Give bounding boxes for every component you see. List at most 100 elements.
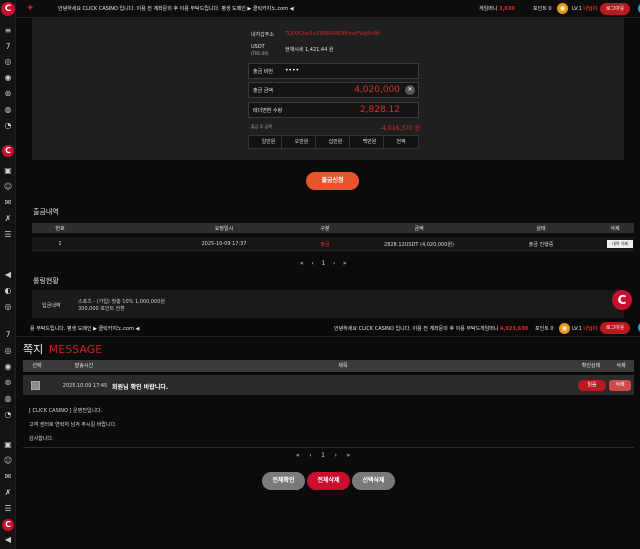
tools-icon[interactable]: ✗: [3, 214, 13, 224]
pager-first[interactable]: «: [296, 452, 300, 459]
rolling-title: 롤링현황: [33, 277, 59, 285]
table-row: 1 2025-10-09 17:37 출금 2828.12USDT (4,020…: [32, 237, 634, 251]
point-label: 포인트: [535, 326, 549, 332]
confirm-all-button[interactable]: 전체확인: [262, 472, 305, 490]
history-table-header: 번호 요청일시 구분 금액 상태 삭제: [32, 223, 634, 233]
pager-page[interactable]: 1: [321, 260, 325, 267]
address-label: 내지갑주소: [251, 32, 275, 38]
coin-icon: ◉: [557, 3, 568, 14]
tether-field: 테더변환 수량 2,828.12: [248, 102, 419, 118]
money-value: 4,023,630: [500, 326, 529, 332]
tools-icon[interactable]: ✗: [3, 488, 13, 498]
message-subject[interactable]: 회원님 확인 바랍니다.: [112, 382, 168, 391]
password-value: ••••: [285, 67, 300, 74]
amount-value: 4,020,000: [354, 85, 400, 95]
pager-prev[interactable]: ‹: [309, 452, 311, 459]
gauge-icon[interactable]: ◔: [3, 410, 13, 420]
amount-field[interactable]: 출금 금액 4,020,000 ✕: [248, 82, 419, 98]
message-header: 용 부탁드립니다. 평생 도메인 ▶ 클릭카지노.com ◀ 안녕하세요 CLI…: [16, 320, 640, 337]
delete-selected-button[interactable]: 선택삭제: [352, 472, 395, 490]
level-label: LV.1: [572, 6, 582, 12]
logout-button[interactable]: 로그아웃: [600, 322, 631, 334]
point-label: 포인트: [533, 6, 547, 12]
pager-last[interactable]: »: [347, 452, 351, 459]
sports-icon[interactable]: ⊛: [3, 89, 13, 99]
pager-next[interactable]: ›: [335, 452, 337, 459]
after-amount-value: -4,016,370 원: [380, 125, 421, 132]
gift-icon[interactable]: ▣: [3, 166, 13, 176]
user-name: 나님이: [583, 6, 598, 12]
notice-marquee: 안녕하세요 CLICK CASINO 입니다. 이용 전 계좌문의 후 이용 부…: [58, 6, 294, 12]
smile-icon[interactable]: ☺: [3, 456, 13, 466]
amount-all-button[interactable]: 전액: [383, 135, 419, 149]
history-delete-button[interactable]: 내역 삭제: [607, 240, 633, 248]
ball-icon[interactable]: ◎: [3, 302, 13, 312]
pager-prev[interactable]: ‹: [311, 260, 313, 267]
delete-all-button[interactable]: 전체삭제: [307, 472, 350, 490]
message-delete-button[interactable]: 삭제: [609, 380, 631, 391]
message-table-header: 선택 발송시간 제목 확인상태 삭제: [23, 360, 634, 372]
pager-first[interactable]: «: [300, 260, 304, 267]
top-header: ✦ 안녕하세요 CLICK CASINO 입니다. 이용 전 계좌문의 후 이용…: [16, 0, 640, 18]
brand-logo-icon[interactable]: C: [1, 2, 15, 16]
clear-icon[interactable]: ✕: [405, 85, 415, 95]
float-logo-icon[interactable]: C: [612, 290, 632, 310]
sports-icon[interactable]: ⊛: [3, 378, 13, 388]
gift-icon[interactable]: ▣: [3, 440, 13, 450]
ball-icon[interactable]: ◎: [3, 57, 13, 67]
coin-icon: ◉: [559, 323, 570, 334]
point-value: 0: [550, 326, 554, 332]
notice-marquee: 용 부탁드립니다. 평생 도메인 ▶ 클릭카지노.com ◀: [30, 326, 140, 332]
list-icon[interactable]: ☰: [3, 504, 13, 514]
mail-icon[interactable]: ✉: [3, 198, 13, 208]
money-label: 게임머니: [479, 6, 498, 12]
seven-icon[interactable]: 7: [3, 330, 13, 340]
notice-marquee: 안녕하세요 CLICK CASINO 입니다. 이용 전 계좌문의 후 이용 부…: [334, 326, 481, 332]
message-pagination: « ‹ 1 › »: [296, 452, 350, 459]
ball-icon[interactable]: ◍: [3, 394, 13, 404]
money-label: 게임머니: [480, 326, 499, 332]
logout-button[interactable]: 로그아웃: [600, 3, 631, 15]
ball-icon[interactable]: ◉: [3, 73, 13, 83]
history-pagination: « ‹ 1 › »: [300, 260, 347, 267]
smile-icon[interactable]: ☺: [3, 182, 13, 192]
ball-icon[interactable]: ◉: [3, 362, 13, 372]
read-status-badge: 읽음: [578, 380, 606, 391]
left-sidebar: C ≡ 7 ◎ ◉ ⊛ ◍ ◔ C ▣ ☺ ✉ ✗ ☰ ◀ ◐ ◎ 7 ◎ ◉ …: [0, 0, 16, 549]
user-name: 나님이: [583, 326, 598, 332]
megaphone-icon[interactable]: ◀: [3, 270, 13, 280]
message-title: 쪽지 MESSAGE: [23, 343, 103, 356]
message-row[interactable]: 2025.10.09 17:45 회원님 확인 바랍니다. 읽음 삭제: [23, 375, 634, 395]
deposit-line-1: 스포츠 - (가입) 첫충 10% 1,000,000원: [78, 299, 166, 305]
tether-value: 2,828.12: [359, 105, 400, 115]
password-field[interactable]: 출금 비번 ••••: [248, 63, 419, 79]
pager-last[interactable]: »: [343, 260, 347, 267]
brand-logo-icon[interactable]: C: [2, 145, 14, 157]
brand-logo-icon[interactable]: C: [2, 519, 14, 531]
ball-icon[interactable]: ◎: [3, 346, 13, 356]
message-body: [ CLICK CASINO ] 운영진입니다. 고객 센터로 연락처 남겨 주…: [29, 408, 117, 442]
history-title: 출금내역: [33, 208, 59, 216]
usdt-rate: 현재시세 1,421.44 원: [285, 47, 334, 53]
mail-icon[interactable]: ✉: [3, 472, 13, 482]
seven-icon[interactable]: 7: [3, 42, 13, 52]
withdraw-submit-button[interactable]: 출금신청: [306, 172, 359, 190]
usdt-network: (TRC-20): [251, 51, 269, 56]
chat-icon[interactable]: ◐: [3, 286, 13, 296]
pager-next[interactable]: ›: [333, 260, 335, 267]
gauge-icon[interactable]: ◔: [3, 121, 13, 131]
point-value: 0: [548, 6, 552, 12]
megaphone-icon[interactable]: ◀: [3, 535, 13, 545]
menu-icon[interactable]: ≡: [3, 26, 13, 36]
money-value: 3,630: [499, 6, 515, 12]
list-icon[interactable]: ☰: [3, 230, 13, 240]
usdt-label: USDT: [251, 44, 265, 50]
brand-mark-icon[interactable]: ✦: [26, 3, 38, 15]
message-select-checkbox[interactable]: [31, 381, 40, 390]
after-amount-label: 출금 후 금액: [251, 124, 272, 129]
wallet-address: TGfXfCkw5uY3RB4SNDBHrwFWg5hWr: [285, 31, 381, 37]
deposit-line-2: 300,000 포인트 전환: [78, 306, 125, 312]
ball-icon[interactable]: ◍: [3, 105, 13, 115]
pager-page[interactable]: 1: [321, 452, 325, 459]
level-label: LV.1: [572, 326, 582, 332]
